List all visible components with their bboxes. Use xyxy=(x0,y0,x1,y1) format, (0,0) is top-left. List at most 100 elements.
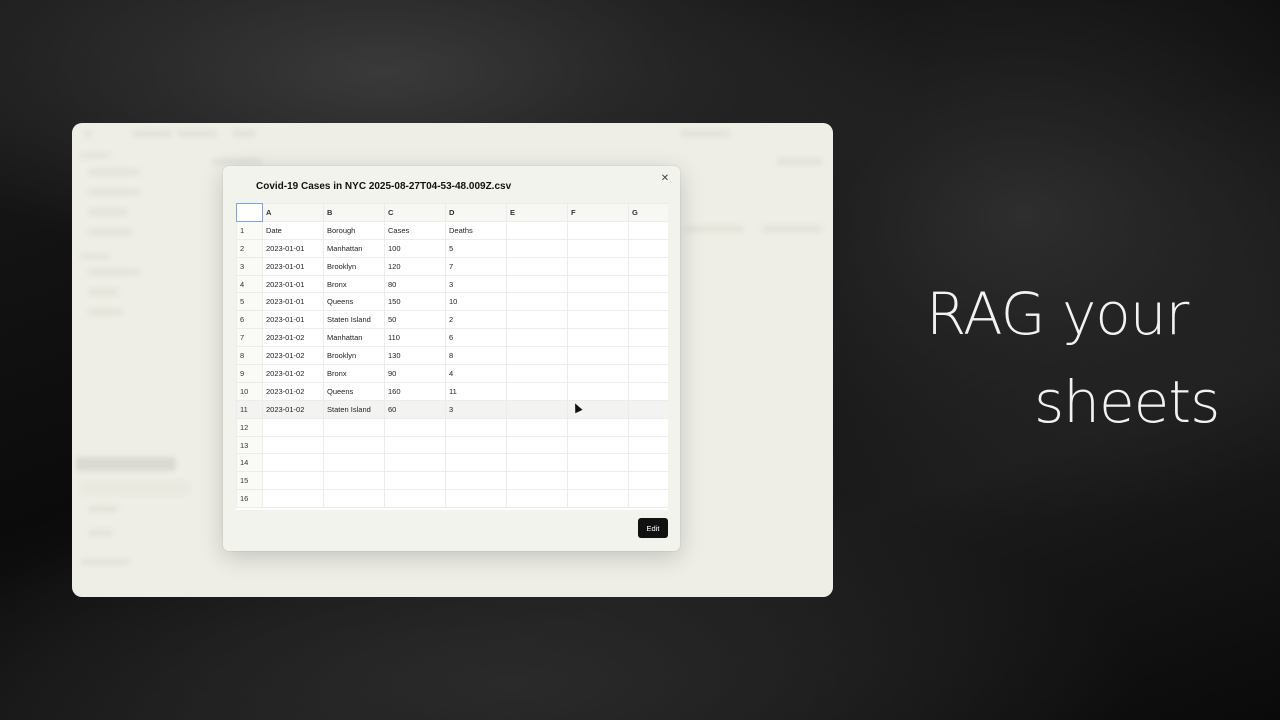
table-cell[interactable] xyxy=(567,256,629,276)
table-cell[interactable] xyxy=(628,453,668,473)
table-cell[interactable] xyxy=(567,435,629,455)
column-header[interactable]: D xyxy=(445,203,507,222)
table-cell[interactable]: 10 xyxy=(445,292,507,312)
table-cell[interactable] xyxy=(323,435,385,455)
edit-button[interactable]: Edit xyxy=(638,518,668,538)
table-cell[interactable] xyxy=(628,346,668,366)
table-cell[interactable]: 7 xyxy=(445,256,507,276)
table-cell[interactable] xyxy=(506,346,568,366)
table-cell[interactable] xyxy=(567,489,629,509)
table-cell[interactable]: 2023-01-01 xyxy=(262,292,324,312)
table-cell[interactable] xyxy=(506,489,568,509)
table-cell[interactable]: Manhattan xyxy=(323,238,385,258)
table-cell[interactable]: 2023-01-01 xyxy=(262,238,324,258)
table-cell[interactable] xyxy=(567,417,629,437)
row-header[interactable]: 14 xyxy=(236,453,263,473)
table-cell[interactable]: Brooklyn xyxy=(323,346,385,366)
select-all-cell[interactable] xyxy=(236,203,263,222)
table-cell[interactable] xyxy=(567,310,629,330)
table-cell[interactable] xyxy=(628,489,668,509)
table-cell[interactable] xyxy=(567,274,629,294)
table-cell[interactable] xyxy=(384,435,446,455)
table-cell[interactable] xyxy=(384,453,446,473)
column-header[interactable]: C xyxy=(384,203,446,222)
table-cell[interactable] xyxy=(506,328,568,348)
table-cell[interactable] xyxy=(323,453,385,473)
table-cell[interactable]: 2023-01-01 xyxy=(262,274,324,294)
row-header[interactable]: 4 xyxy=(236,274,263,294)
table-cell[interactable] xyxy=(628,328,668,348)
table-cell[interactable] xyxy=(506,417,568,437)
column-header[interactable]: F xyxy=(567,203,629,222)
table-cell[interactable] xyxy=(506,238,568,258)
table-cell[interactable] xyxy=(323,417,385,437)
table-cell[interactable] xyxy=(506,274,568,294)
table-cell[interactable]: Date xyxy=(262,220,324,240)
table-cell[interactable]: Queens xyxy=(323,381,385,401)
table-cell[interactable] xyxy=(262,453,324,473)
table-cell[interactable]: 2023-01-02 xyxy=(262,364,324,383)
row-header[interactable]: 7 xyxy=(236,328,263,348)
table-cell[interactable] xyxy=(506,471,568,491)
table-cell[interactable] xyxy=(628,256,668,276)
table-cell[interactable] xyxy=(445,453,507,473)
table-cell[interactable] xyxy=(628,310,668,330)
table-cell[interactable] xyxy=(567,238,629,258)
table-cell[interactable]: 2023-01-02 xyxy=(262,346,324,366)
table-cell[interactable] xyxy=(628,292,668,312)
table-cell[interactable] xyxy=(567,381,629,401)
table-cell[interactable]: Borough xyxy=(323,220,385,240)
table-cell[interactable] xyxy=(262,489,324,509)
table-cell[interactable] xyxy=(445,489,507,509)
table-cell[interactable] xyxy=(445,417,507,437)
column-header[interactable]: A xyxy=(262,203,324,222)
table-cell[interactable] xyxy=(384,417,446,437)
table-cell[interactable]: 2023-01-01 xyxy=(262,256,324,276)
row-header[interactable]: 11 xyxy=(236,399,263,419)
table-cell[interactable]: 80 xyxy=(384,274,446,294)
row-header[interactable]: 13 xyxy=(236,435,263,455)
table-cell[interactable] xyxy=(628,220,668,240)
table-cell[interactable]: Queens xyxy=(323,292,385,312)
table-cell[interactable] xyxy=(445,435,507,455)
table-cell[interactable] xyxy=(628,274,668,294)
row-header[interactable]: 9 xyxy=(236,364,263,383)
row-header[interactable]: 1 xyxy=(236,220,263,240)
table-cell[interactable] xyxy=(262,435,324,455)
row-header[interactable]: 16 xyxy=(236,489,263,509)
table-cell[interactable] xyxy=(567,453,629,473)
table-cell[interactable] xyxy=(506,310,568,330)
table-cell[interactable]: Bronx xyxy=(323,274,385,294)
table-cell[interactable] xyxy=(567,346,629,366)
table-cell[interactable] xyxy=(506,364,568,383)
table-cell[interactable] xyxy=(262,417,324,437)
table-cell[interactable] xyxy=(628,435,668,455)
table-cell[interactable] xyxy=(506,256,568,276)
column-header[interactable]: G xyxy=(628,203,668,222)
table-cell[interactable] xyxy=(567,328,629,348)
table-cell[interactable] xyxy=(506,381,568,401)
table-cell[interactable]: 2023-01-02 xyxy=(262,399,324,419)
table-cell[interactable]: Bronx xyxy=(323,364,385,383)
table-cell[interactable] xyxy=(323,489,385,509)
table-cell[interactable] xyxy=(445,471,507,491)
table-cell[interactable] xyxy=(628,417,668,437)
table-cell[interactable]: 110 xyxy=(384,328,446,348)
table-cell[interactable]: 2023-01-02 xyxy=(262,381,324,401)
table-cell[interactable]: Manhattan xyxy=(323,328,385,348)
table-cell[interactable] xyxy=(628,399,668,419)
table-cell[interactable] xyxy=(628,238,668,258)
table-cell[interactable] xyxy=(628,364,668,383)
table-cell[interactable] xyxy=(567,220,629,240)
table-cell[interactable]: 120 xyxy=(384,256,446,276)
table-cell[interactable] xyxy=(262,471,324,491)
table-cell[interactable]: 4 xyxy=(445,364,507,383)
table-cell[interactable]: 11 xyxy=(445,381,507,401)
table-cell[interactable]: 50 xyxy=(384,310,446,330)
row-header[interactable]: 12 xyxy=(236,417,263,437)
row-header[interactable]: 6 xyxy=(236,310,263,330)
table-cell[interactable]: 160 xyxy=(384,381,446,401)
row-header[interactable]: 3 xyxy=(236,256,263,276)
row-header[interactable]: 5 xyxy=(236,292,263,312)
table-cell[interactable] xyxy=(506,292,568,312)
